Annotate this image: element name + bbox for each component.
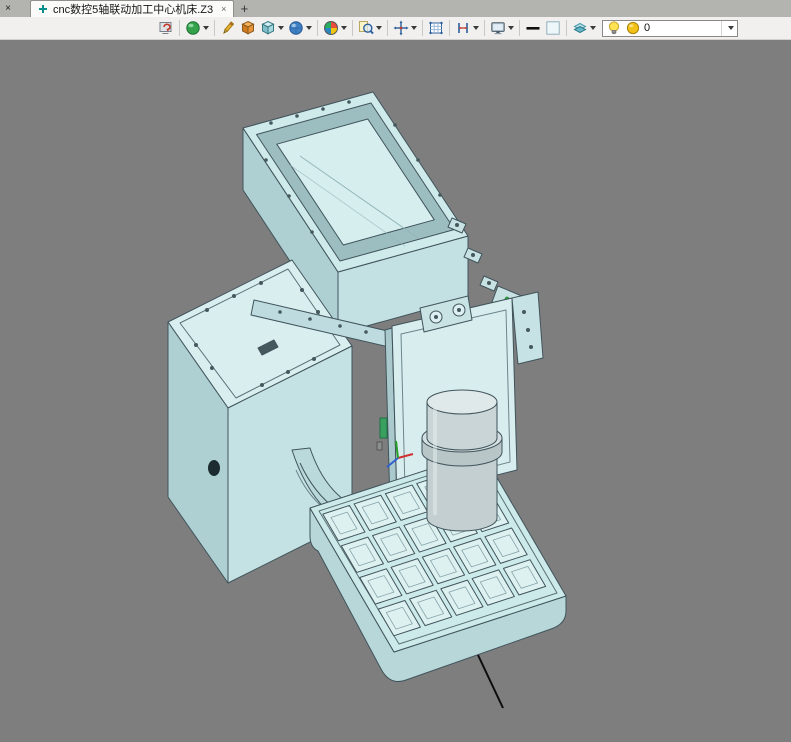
lightbulb-icon [608, 21, 620, 35]
tab-bar: × cnc数控5轴联动加工中心机床.Z3 × + [0, 0, 791, 17]
solid-cube-icon [261, 20, 275, 35]
chevron-down-icon [376, 26, 382, 30]
sketch-button[interactable] [218, 19, 238, 37]
layer-selector[interactable]: 0 [602, 19, 738, 37]
transparency-layers-button[interactable] [570, 19, 598, 37]
shape-extrude-icon [241, 20, 255, 35]
refresh-view-button[interactable] [156, 19, 176, 37]
annotation-line [477, 654, 504, 709]
color-wheel-icon [324, 21, 338, 35]
solid-cube-button[interactable] [258, 19, 286, 37]
grid-table-button[interactable] [426, 19, 446, 37]
chevron-down-icon [203, 26, 209, 30]
workpiece-cylinder [421, 389, 503, 532]
toolbar-separator [179, 20, 180, 36]
model-viewport[interactable] [0, 40, 791, 742]
cnc-machine-model [167, 91, 567, 709]
toolbar-separator [566, 20, 567, 36]
chevron-down-icon [473, 26, 479, 30]
dimension-style-button[interactable] [453, 19, 481, 37]
line-width-icon [526, 27, 540, 30]
zoom-icon [359, 21, 374, 35]
dimension-style-icon [458, 23, 468, 33]
document-tab[interactable]: cnc数控5轴联动加工中心机床.Z3 × [30, 0, 235, 17]
toolbar-separator [449, 20, 450, 36]
shading-mode-button[interactable] [183, 19, 211, 37]
pan-move-button[interactable] [391, 19, 419, 37]
line-width-button[interactable] [523, 19, 543, 37]
face-color-button[interactable] [543, 19, 563, 37]
display-monitor-button[interactable] [488, 19, 516, 37]
chevron-down-icon [278, 26, 284, 30]
chevron-down-icon [411, 26, 417, 30]
sketch-pencil-icon [223, 21, 235, 35]
toolbar-separator [519, 20, 520, 36]
toolbar-separator [352, 20, 353, 36]
refresh-view-icon [159, 22, 172, 34]
color-wheel-button[interactable] [321, 19, 349, 37]
toolbar-separator [422, 20, 423, 36]
shading-mode-icon [186, 21, 200, 35]
toolbar-separator [387, 20, 388, 36]
layer-value: 0 [644, 22, 651, 34]
zoom-button[interactable] [356, 19, 384, 37]
pan-move-icon [393, 20, 409, 36]
chevron-down-icon [306, 26, 312, 30]
chevron-down-icon [727, 26, 734, 30]
toolbar-separator [214, 20, 215, 36]
toolbar-separator [484, 20, 485, 36]
pane-close-button[interactable]: × [0, 0, 16, 17]
toolbar-separator [317, 20, 318, 36]
grid-table-icon [429, 21, 443, 35]
toolbar: 0 [0, 17, 791, 40]
tab-spacer [16, 0, 30, 17]
layer-color-icon [626, 21, 640, 35]
layer-dropdown-button[interactable] [721, 20, 737, 36]
tab-close-icon[interactable]: × [221, 4, 226, 14]
transparency-layers-icon [573, 22, 587, 34]
file-plus-icon [39, 5, 47, 13]
chevron-down-icon [590, 26, 596, 30]
display-monitor-icon [491, 22, 505, 35]
new-tab-button[interactable]: + [234, 0, 254, 17]
shape-extrude-button[interactable] [238, 19, 258, 37]
document-tab-title: cnc数控5轴联动加工中心机床.Z3 [53, 4, 214, 16]
chevron-down-icon [508, 26, 514, 30]
view-sphere-icon [289, 21, 303, 35]
face-color-icon [546, 21, 560, 35]
chevron-down-icon [341, 26, 347, 30]
view-sphere-button[interactable] [286, 19, 314, 37]
